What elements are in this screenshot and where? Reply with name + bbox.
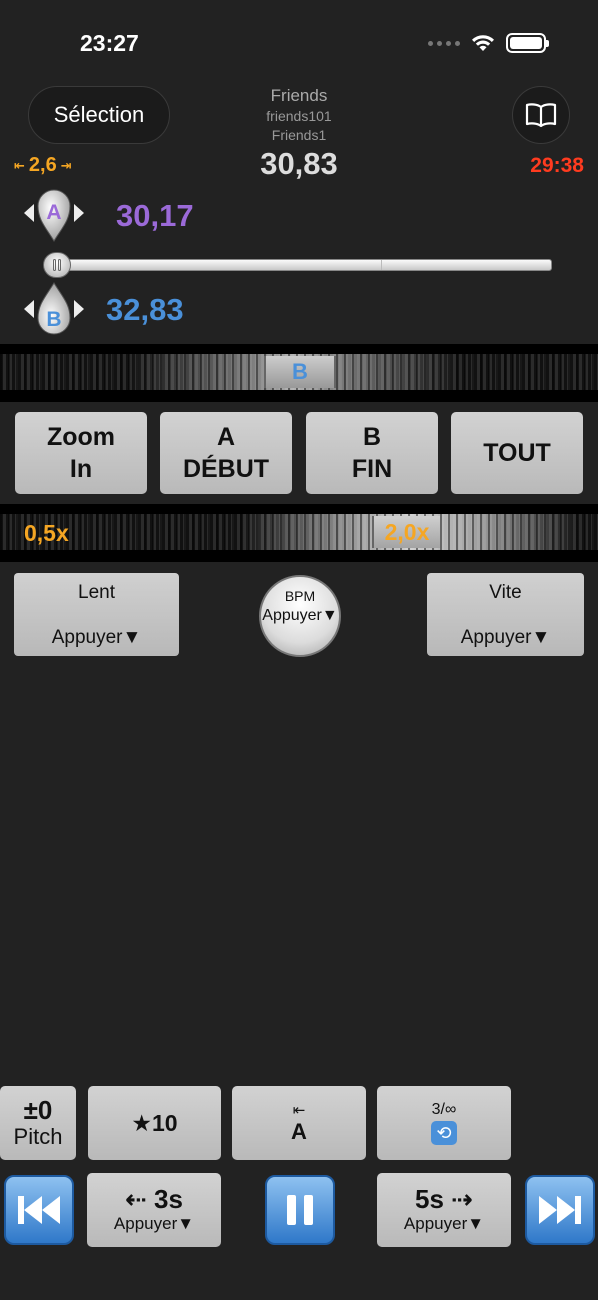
favorites-count: ★10 xyxy=(131,1109,178,1136)
slow-label: Lent xyxy=(78,582,115,603)
fast-action: Appuyer▼ xyxy=(460,627,551,648)
nudge-left-icon[interactable] xyxy=(24,204,34,222)
pitch-button[interactable]: ±0 Pitch xyxy=(0,1086,76,1160)
zoom-step[interactable]: ⇤ 2,6 ⇥ xyxy=(14,154,72,177)
next-button[interactable] xyxy=(525,1175,595,1245)
pitch-value: ±0 xyxy=(23,1095,53,1125)
slow-button[interactable]: Lent Appuyer▼ xyxy=(14,573,179,656)
slider-knob[interactable] xyxy=(43,252,71,278)
position-slider[interactable] xyxy=(46,259,552,271)
battery-icon xyxy=(506,33,549,53)
go-b-end-button[interactable]: B FIN xyxy=(306,412,438,494)
fast-label: Vite xyxy=(489,582,522,603)
button-line: A xyxy=(216,423,236,451)
speed-min-label: 0,5x xyxy=(24,520,69,546)
status-time: 23:27 xyxy=(80,30,139,56)
button-line: Zoom xyxy=(46,423,116,451)
skip-forward-icon xyxy=(539,1196,581,1224)
nudge-right-icon[interactable] xyxy=(74,204,84,222)
fast-button[interactable]: Vite Appuyer▼ xyxy=(427,573,584,656)
forward-seconds-action: Appuyer▼ xyxy=(403,1214,485,1233)
slow-action: Appuyer▼ xyxy=(51,627,142,648)
current-position: 30,83 xyxy=(260,146,338,181)
ab-dial-label: B xyxy=(264,356,336,388)
goto-a-label: A xyxy=(291,1119,307,1144)
marker-a-value: 30,17 xyxy=(116,198,194,233)
book-icon xyxy=(525,103,557,128)
button-line: DÉBUT xyxy=(182,455,270,483)
marker-a-letter: A xyxy=(46,201,61,224)
ab-dial[interactable]: B xyxy=(0,344,598,402)
favorites-button[interactable]: ★10 xyxy=(88,1086,221,1160)
back-seconds-value: ⇠ 3s xyxy=(125,1184,183,1214)
skip-back-icon xyxy=(18,1196,60,1224)
marker-b[interactable]: B xyxy=(22,282,86,342)
button-line: FIN xyxy=(351,455,393,483)
previous-button[interactable] xyxy=(4,1175,74,1245)
bpm-label: BPM xyxy=(284,588,316,604)
selection-button[interactable]: Sélection xyxy=(28,86,170,144)
marker-a[interactable]: A xyxy=(22,186,86,246)
speed-current: 2,0x xyxy=(372,516,442,548)
button-line: B xyxy=(362,423,382,451)
pause-icon xyxy=(287,1195,313,1225)
nudge-right-icon[interactable] xyxy=(74,300,84,318)
back-seconds-action: Appuyer▼ xyxy=(113,1214,195,1233)
speed-dial[interactable]: 0,5x 2,0x xyxy=(0,504,598,562)
back-seconds-button[interactable]: ⇠ 3s Appuyer▼ xyxy=(87,1173,221,1247)
marker-a-pin-icon: A xyxy=(37,189,71,242)
go-a-start-button[interactable]: A DÉBUT xyxy=(160,412,292,494)
arrow-left-bar-icon: ⇤ xyxy=(292,1102,306,1119)
pause-button[interactable] xyxy=(265,1175,335,1245)
button-line: In xyxy=(69,455,93,483)
forward-seconds-value: 5s ⇢ xyxy=(415,1184,473,1214)
cellular-signal-icon xyxy=(428,40,460,46)
bpm-knob[interactable]: BPM Appuyer▼ xyxy=(259,575,341,657)
track-title: Friends xyxy=(270,86,328,105)
loop-count: 3/∞ xyxy=(431,1101,457,1118)
remaining-time: 29:38 xyxy=(530,154,584,177)
pitch-label: Pitch xyxy=(13,1124,63,1149)
marker-b-value: 32,83 xyxy=(106,292,184,327)
arrow-left-bar-icon: ⇤ xyxy=(14,157,25,173)
show-all-button[interactable]: TOUT xyxy=(451,412,583,494)
bpm-action: Appuyer▼ xyxy=(262,607,338,624)
nudge-left-icon[interactable] xyxy=(24,300,34,318)
status-icons xyxy=(428,33,549,53)
zoom-in-button[interactable]: Zoom In xyxy=(15,412,147,494)
marker-b-pin-icon: B xyxy=(37,282,71,335)
track-album: Friends1 xyxy=(271,127,327,143)
zoom-step-value: 2,6 xyxy=(28,154,57,176)
track-subtitle: friends101 xyxy=(266,108,332,124)
forward-seconds-button[interactable]: 5s ⇢ Appuyer▼ xyxy=(377,1173,511,1247)
loop-icon: ⟲ xyxy=(431,1121,457,1145)
arrow-right-bar-icon: ⇥ xyxy=(60,157,72,173)
marker-b-letter: B xyxy=(46,308,61,331)
wifi-icon xyxy=(472,35,494,51)
loop-button[interactable]: 3/∞ ⟲ xyxy=(377,1086,511,1160)
book-button[interactable] xyxy=(512,86,570,144)
button-line: TOUT xyxy=(483,439,551,467)
goto-a-button[interactable]: ⇤ A xyxy=(232,1086,366,1160)
